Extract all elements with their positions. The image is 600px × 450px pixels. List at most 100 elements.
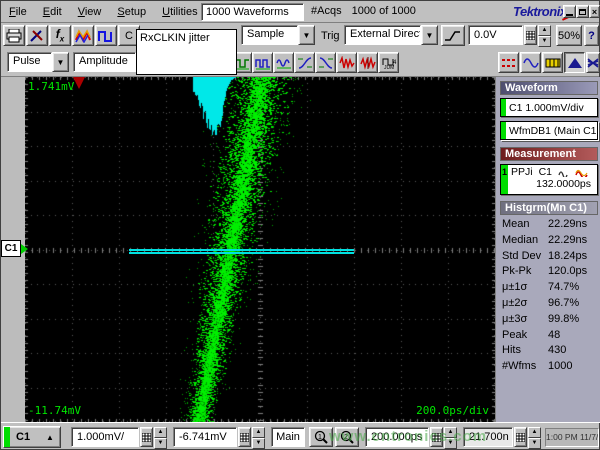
display-cursors-button[interactable] — [498, 52, 519, 73]
measurement-category-dropdown[interactable]: Pulse ▼ — [7, 52, 69, 72]
sine-pair-icon — [276, 56, 292, 70]
measurement-gate-line[interactable] — [129, 249, 354, 254]
vertical-scale-field[interactable]: 1.000mV/ — [71, 427, 139, 447]
menu-edit[interactable]: Edit — [35, 3, 70, 21]
waveform-database-select-button[interactable]: WfmDB1 (Main C1 — [500, 121, 598, 140]
zoom2-button[interactable]: 2 — [335, 427, 359, 447]
minimize-icon — [566, 14, 573, 16]
meas-tie-button[interactable]: 4JUM — [378, 52, 399, 73]
red-dashes-icon — [501, 56, 517, 70]
display-vectors-button[interactable] — [542, 52, 563, 73]
vertical-offset-field[interactable]: -6.741mV — [173, 427, 237, 447]
spin-down-icon[interactable]: ▼ — [154, 438, 167, 449]
svg-text:1: 1 — [318, 434, 322, 441]
meas-falltime-button[interactable] — [315, 52, 336, 73]
acquisition-mode-dropdown[interactable]: Sample ▼ — [241, 25, 315, 45]
meas-freq-button[interactable] — [252, 52, 273, 73]
trigger-level-keypad-button[interactable] — [524, 25, 537, 45]
keypad-icon — [142, 433, 151, 442]
menu-file[interactable]: File — [1, 3, 35, 21]
meas-jitter-button[interactable] — [357, 52, 378, 73]
horizontal-scale-keypad-button[interactable] — [430, 427, 443, 447]
vertical-offset-spinner[interactable]: ▲▼ — [252, 427, 265, 447]
menu-setup[interactable]: Setup — [109, 3, 154, 21]
display-histogram-button[interactable] — [564, 52, 585, 73]
setup-tools-button[interactable] — [26, 25, 48, 46]
channel-reference-marker[interactable]: C1 — [1, 240, 28, 257]
chevron-down-icon[interactable]: ▼ — [298, 25, 315, 45]
clear-label: C — [125, 30, 133, 42]
main-area: 1.741mV -11.74mV 200.0ps/div C1 Waveform… — [1, 77, 600, 422]
close-button[interactable]: × — [589, 5, 600, 18]
stat-value: 1000 — [548, 360, 572, 376]
stat-label: Pk-Pk — [500, 265, 548, 281]
measurement-source: C1 — [539, 166, 552, 178]
restore-button[interactable] — [576, 5, 589, 18]
spin-down-icon[interactable]: ▼ — [538, 36, 551, 47]
svg-text:JUM: JUM — [384, 65, 394, 70]
pulse-source-button[interactable] — [95, 25, 117, 46]
clock-readout: 1:00 PM 11/7/05 — [545, 428, 599, 447]
spin-down-icon[interactable]: ▼ — [252, 438, 265, 449]
timebase-button[interactable]: Main — [271, 427, 305, 447]
channel-selector-button[interactable]: C1 ▲ — [3, 426, 61, 448]
menu-utilities[interactable]: Utilities — [154, 3, 205, 21]
trigger-source-dropdown[interactable]: External Direct ▼ — [344, 25, 438, 45]
display-eye-button[interactable] — [586, 52, 600, 73]
trigger-position-icon[interactable] — [73, 77, 85, 89]
red-burst-icon — [339, 56, 355, 70]
horizontal-position-keypad-button[interactable] — [514, 427, 527, 447]
stat-row: #Wfms1000 — [500, 360, 598, 376]
horizontal-controls-bar: C1 ▲ 1.000mV/ ▲▼ -6.741mV ▲▼ Main 1 2 20… — [1, 422, 600, 450]
spin-up-icon[interactable]: ▲ — [252, 427, 265, 438]
print-button[interactable] — [3, 25, 25, 46]
fx-icon: fx — [56, 27, 64, 43]
menu-view[interactable]: View — [70, 3, 110, 21]
math-fx-button[interactable]: fx — [49, 25, 71, 46]
trigger-level-spinner[interactable]: ▲▼ — [538, 25, 551, 45]
minimize-button[interactable] — [563, 5, 576, 18]
spin-up-icon[interactable]: ▲ — [538, 25, 551, 36]
stat-label: Median — [500, 234, 548, 250]
keypad-icon — [240, 433, 249, 442]
zoom1-button[interactable]: 1 — [309, 427, 333, 447]
stat-value: 18.24ps — [548, 250, 587, 266]
set50-label: 50% — [558, 30, 580, 42]
chevron-down-icon[interactable]: ▼ — [52, 52, 69, 72]
set-50-percent-button[interactable]: 50% — [556, 25, 582, 46]
meas-amplitude-button[interactable] — [273, 52, 294, 73]
display-waveform-button[interactable] — [520, 52, 541, 73]
measurement-readout-button[interactable]: 1 PPJi C1 132.0000ps — [500, 164, 598, 195]
help-cursor-icon: ? — [588, 30, 595, 42]
meas-risetime-button[interactable] — [294, 52, 315, 73]
timebase-scale-label: 200.0ps/div — [416, 404, 489, 417]
chevron-down-icon[interactable]: ▼ — [421, 25, 438, 45]
spin-up-icon[interactable]: ▲ — [154, 427, 167, 438]
meas-burst-button[interactable] — [336, 52, 357, 73]
stat-row: Pk-Pk120.0ps — [500, 265, 598, 281]
horizontal-scale-field[interactable]: 200.000ps — [365, 427, 429, 447]
trigger-slope-button[interactable] — [441, 25, 465, 46]
svg-text:2: 2 — [344, 434, 348, 441]
stat-row: Hits430 — [500, 344, 598, 360]
trigger-level-field[interactable]: 0.0V — [468, 25, 523, 45]
vertical-scale-spinner[interactable]: ▲▼ — [154, 427, 167, 447]
stat-value: 99.8% — [548, 313, 579, 329]
waveform-database-button[interactable] — [72, 25, 94, 46]
context-help-button[interactable]: ? — [584, 25, 599, 46]
waveform-display[interactable]: 1.741mV -11.74mV 200.0ps/div — [25, 77, 495, 422]
rising-edge-icon — [444, 29, 462, 43]
channel-scale-button[interactable]: C1 1.000mV/div — [500, 98, 598, 117]
horizontal-position-field[interactable]: 21.700n — [463, 427, 513, 447]
vertical-offset-keypad-button[interactable] — [238, 427, 251, 447]
spin-down-icon[interactable]: ▼ — [528, 438, 541, 449]
spin-up-icon[interactable]: ▲ — [444, 427, 457, 438]
stat-row: Peak48 — [500, 329, 598, 345]
spin-down-icon[interactable]: ▼ — [444, 438, 457, 449]
readout-panel: Waveform C1 1.000mV/div WfmDB1 (Main C1 … — [495, 77, 600, 422]
vertical-scale-keypad-button[interactable] — [140, 427, 153, 447]
horizontal-position-spinner[interactable]: ▲▼ — [528, 427, 541, 447]
horizontal-scale-spinner[interactable]: ▲▼ — [444, 427, 457, 447]
stat-row: Median22.29ns — [500, 234, 598, 250]
spin-up-icon[interactable]: ▲ — [528, 427, 541, 438]
